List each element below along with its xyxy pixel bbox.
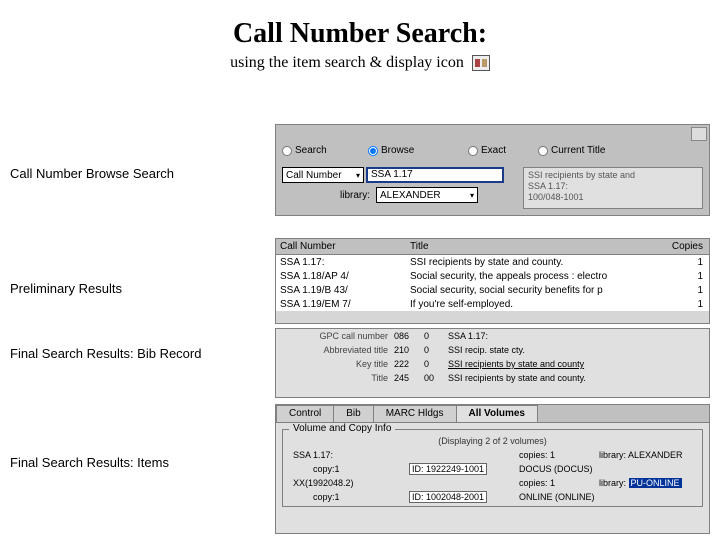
radio-search-label: Search (295, 145, 327, 156)
bib-row[interactable]: Abbreviated title 210 0 SSI recip. state… (276, 343, 709, 357)
group-legend: Volume and Copy Info (289, 423, 395, 434)
radio-search[interactable]: Search (282, 145, 368, 156)
cell-callno: SSA 1.18/AP 4/ (276, 271, 406, 282)
radio-exact-label: Exact (481, 145, 506, 156)
search-result-preview: SSI recipients by state and SSA 1.17: 10… (523, 167, 703, 209)
bib-record-panel: GPC call number 086 0 SSA 1.17: Abbrevia… (275, 328, 710, 398)
cell-title: Social security, social security benefit… (406, 285, 659, 296)
bib-row[interactable]: GPC call number 086 0 SSA 1.17: (276, 329, 709, 343)
label-preliminary-results: Preliminary Results (10, 281, 122, 296)
label-browse-search: Call Number Browse Search (10, 166, 174, 181)
bib-ind: 0 (424, 331, 448, 341)
label-items: Final Search Results: Items (10, 455, 169, 470)
label-bib-record: Final Search Results: Bib Record (10, 346, 201, 361)
cell-callno: SSA 1.17: (276, 257, 406, 268)
library-label: library: (340, 190, 370, 201)
bib-value: SSI recip. state cty. (448, 345, 709, 355)
items-panel: Control Bib MARC Hldgs All Volumes Volum… (275, 404, 710, 534)
copy-label: copy:1 (289, 464, 409, 474)
vol-callno: XX(1992048.2) (289, 478, 409, 488)
radio-current-title[interactable]: Current Title (538, 145, 703, 156)
bib-ind: 00 (424, 373, 448, 383)
subtitle-text: using the item search & display icon (230, 54, 464, 71)
tab-control[interactable]: Control (276, 405, 334, 422)
tab-marc-hldgs[interactable]: MARC Hldgs (373, 405, 457, 422)
bib-label: Title (276, 373, 394, 383)
item-search-display-icon (472, 55, 490, 71)
cell-copies: 1 (659, 257, 709, 268)
search-term-input[interactable]: SSA 1.17 (366, 167, 504, 183)
copy-row[interactable]: copy:1 ID: 1002048-2001 ONLINE (ONLINE) (289, 490, 696, 504)
vol-callno: SSA 1.17: (289, 450, 409, 460)
cell-callno: SSA 1.19/EM 7/ (276, 299, 406, 310)
result-line: SSI recipients by state and (528, 170, 698, 181)
copy-row[interactable]: copy:1 ID: 1922249-1001 DOCUS (DOCUS) (289, 462, 696, 476)
radio-current-label: Current Title (551, 145, 605, 156)
tab-bib[interactable]: Bib (333, 405, 373, 422)
cell-callno: SSA 1.19/B 43/ (276, 285, 406, 296)
bib-row[interactable]: Title 245 00 SSI recipients by state and… (276, 371, 709, 385)
page-title: Call Number Search: (0, 18, 720, 50)
volume-row[interactable]: SSA 1.17: copies: 1 library: ALEXANDER (289, 448, 696, 462)
table-row[interactable]: SSA 1.19/B 43/ Social security, social s… (276, 283, 709, 297)
result-line: SSA 1.17: (528, 181, 698, 192)
vol-library-highlight: PU-ONLINE (629, 478, 682, 488)
search-term-value: SSA 1.17 (371, 169, 413, 180)
bib-tag: 222 (394, 359, 424, 369)
cell-copies: 1 (659, 285, 709, 296)
copy-location: ONLINE (ONLINE) (519, 492, 599, 502)
tab-all-volumes[interactable]: All Volumes (456, 405, 539, 422)
table-row[interactable]: SSA 1.17: SSI recipients by state and co… (276, 255, 709, 269)
bib-ind: 0 (424, 359, 448, 369)
copy-id[interactable]: ID: 1922249-1001 (409, 463, 487, 475)
copy-id[interactable]: ID: 1002048-2001 (409, 491, 487, 503)
preliminary-results-panel: Call Number Title Copies SSA 1.17: SSI r… (275, 238, 710, 324)
library-select[interactable]: ALEXANDER (376, 187, 478, 203)
bib-value: SSI recipients by state and county. (448, 373, 709, 383)
results-header-row: Call Number Title Copies (276, 239, 709, 255)
bib-label: GPC call number (276, 331, 394, 341)
col-copies[interactable]: Copies (659, 241, 709, 252)
vol-copies: copies: 1 (519, 478, 599, 488)
config-icon[interactable] (691, 127, 707, 141)
vol-library: library: ALEXANDER (599, 450, 696, 460)
result-line: 100/048-1001 (528, 192, 698, 203)
copy-location: DOCUS (DOCUS) (519, 464, 599, 474)
table-row[interactable]: SSA 1.18/AP 4/ Social security, the appe… (276, 269, 709, 283)
volume-copy-group: Volume and Copy Info (Displaying 2 of 2 … (282, 429, 703, 507)
cell-title: If you're self-employed. (406, 299, 659, 310)
cell-copies: 1 (659, 299, 709, 310)
radio-browse-label: Browse (381, 145, 414, 156)
cell-copies: 1 (659, 271, 709, 282)
radio-exact[interactable]: Exact (468, 145, 538, 156)
bib-value-link[interactable]: SSI recipients by state and county (448, 359, 709, 369)
page-subtitle: using the item search & display icon (0, 54, 720, 72)
item-tabs: Control Bib MARC Hldgs All Volumes (276, 405, 709, 423)
cell-title: Social security, the appeals process : e… (406, 271, 659, 282)
col-callnumber[interactable]: Call Number (276, 241, 406, 252)
table-row[interactable]: SSA 1.19/EM 7/ If you're self-employed. … (276, 297, 709, 311)
cell-title: SSI recipients by state and county. (406, 257, 659, 268)
bib-tag: 210 (394, 345, 424, 355)
radio-browse[interactable]: Browse (368, 145, 468, 156)
volume-count-info: (Displaying 2 of 2 volumes) (289, 436, 696, 446)
col-title[interactable]: Title (406, 241, 659, 252)
bib-tag: 086 (394, 331, 424, 341)
search-controls-panel: Search Browse Exact Current Title Call N… (275, 124, 710, 216)
bib-tag: 245 (394, 373, 424, 383)
bib-label: Key title (276, 359, 394, 369)
vol-copies: copies: 1 (519, 450, 599, 460)
index-select-value: Call Number (286, 170, 342, 181)
bib-row[interactable]: Key title 222 0 SSI recipients by state … (276, 357, 709, 371)
volume-row[interactable]: XX(1992048.2) copies: 1 library: PU-ONLI… (289, 476, 696, 490)
bib-ind: 0 (424, 345, 448, 355)
copy-label: copy:1 (289, 492, 409, 502)
library-select-value: ALEXANDER (380, 190, 441, 201)
bib-label: Abbreviated title (276, 345, 394, 355)
bib-value: SSA 1.17: (448, 331, 709, 341)
vol-library-label: library: (599, 478, 626, 488)
index-select[interactable]: Call Number (282, 167, 364, 183)
